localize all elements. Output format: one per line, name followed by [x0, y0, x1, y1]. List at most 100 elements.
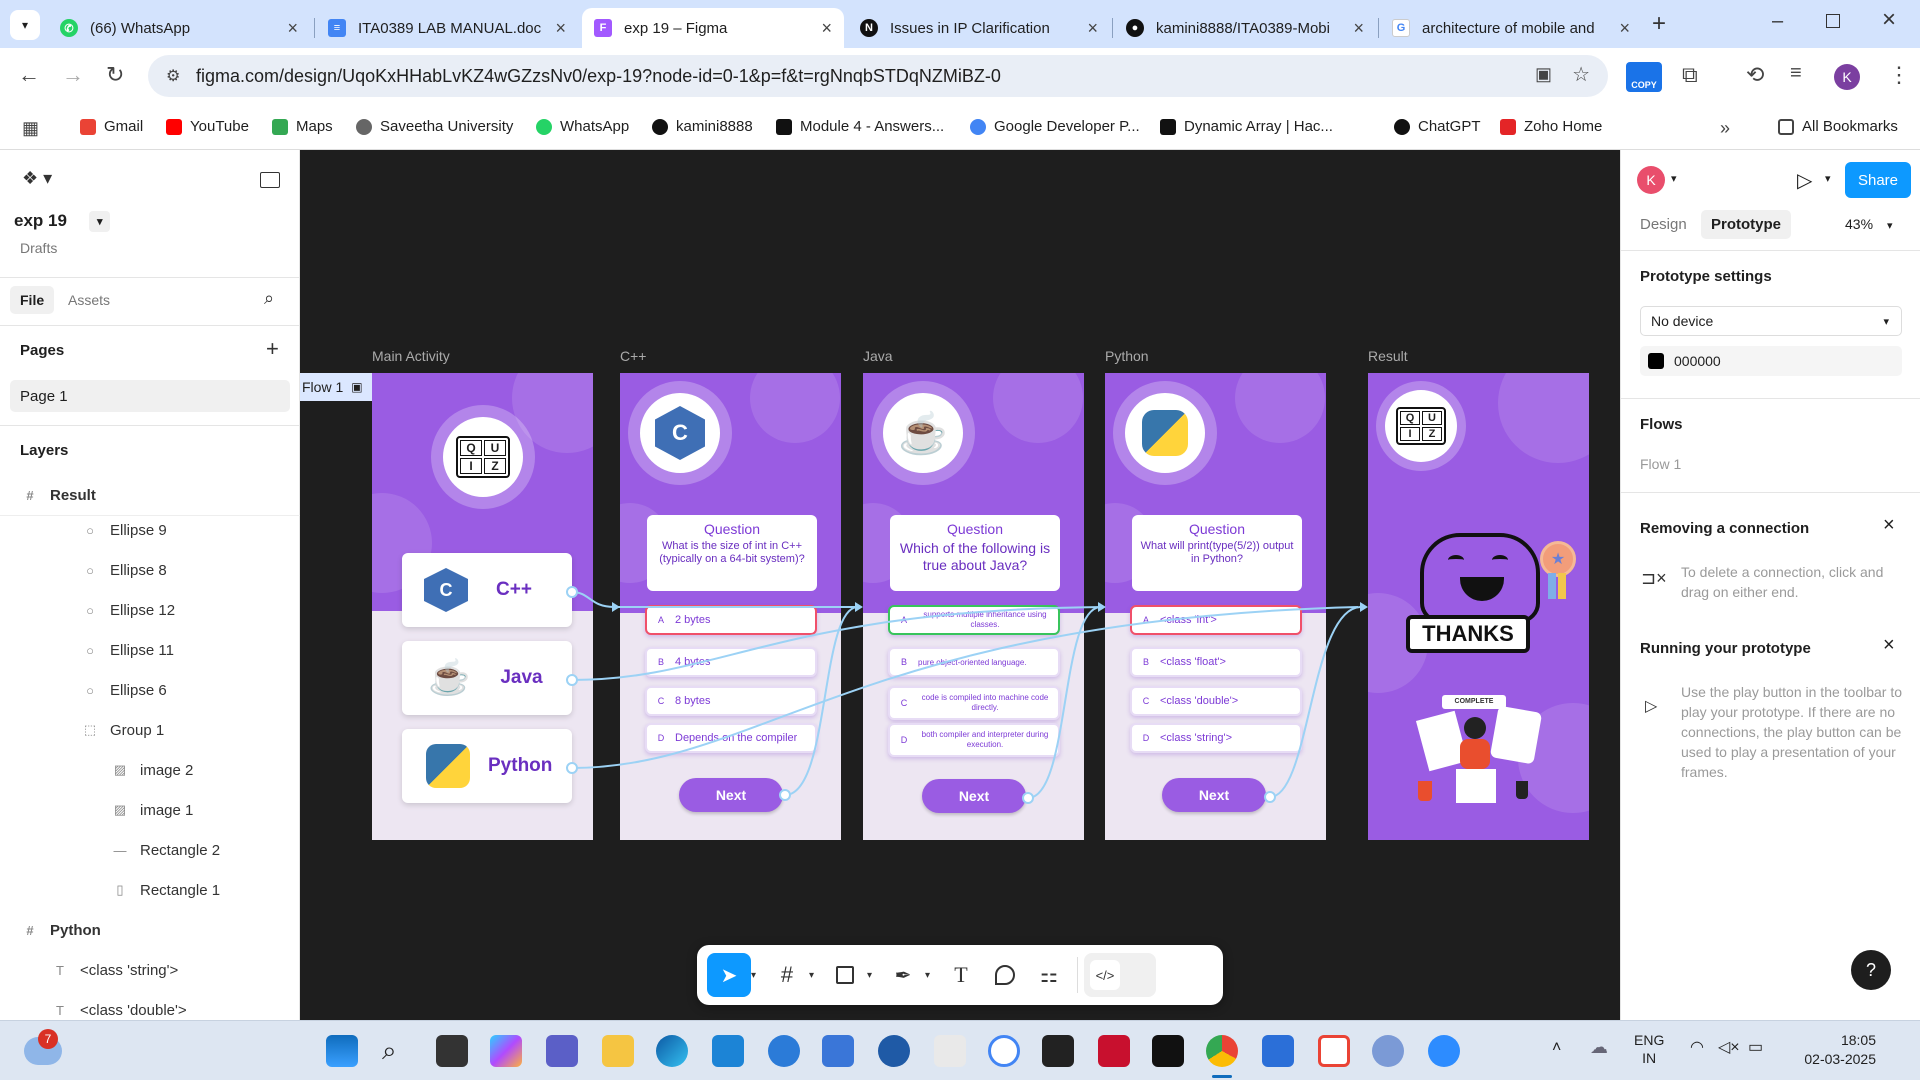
figma-menu-icon[interactable]: ❖ ▾	[22, 168, 52, 189]
menu-icon[interactable]: ⋮	[1888, 62, 1910, 88]
bookmark-star-icon[interactable]: ☆	[1572, 62, 1590, 87]
address-bar[interactable]: ⚙ figma.com/design/UqoKxHHabLvKZ4wGZzsNv…	[148, 55, 1608, 97]
bookmark-maps[interactable]: Maps	[272, 118, 333, 135]
frame-label-result[interactable]: Result	[1368, 348, 1408, 364]
option-b[interactable]: Bpure object-oriented language.	[888, 647, 1060, 677]
tab-design[interactable]: Design	[1640, 216, 1687, 233]
option-d[interactable]: D <class 'string'>	[1130, 723, 1302, 753]
close-icon[interactable]: ×	[555, 18, 566, 39]
bookmark-whatsapp[interactable]: WhatsApp	[536, 118, 629, 135]
help-app-icon[interactable]	[768, 1035, 800, 1067]
frame-label-python[interactable]: Python	[1105, 348, 1149, 364]
figma-canvas[interactable]: Flow 1 ▣ Main Activity Q U I Z C C++ ☕ Ja…	[300, 150, 1620, 1020]
browser-tab-figma[interactable]: F exp 19 – Figma ×	[582, 8, 844, 48]
profile-avatar[interactable]: K	[1834, 64, 1860, 90]
start-icon[interactable]	[326, 1035, 358, 1067]
next-button[interactable]: Next	[922, 779, 1026, 813]
layer-ellipse-6[interactable]: ○ Ellipse 6	[0, 670, 300, 710]
all-bookmarks[interactable]: All Bookmarks	[1778, 118, 1898, 135]
zoom-level[interactable]: 43% ▾	[1845, 216, 1893, 232]
more-bookmarks-icon[interactable]: »	[1720, 118, 1730, 139]
minimize-button[interactable]: –	[1772, 10, 1783, 33]
new-tab-button[interactable]: +	[1652, 10, 1666, 38]
frame-label-java[interactable]: Java	[863, 348, 893, 364]
layer-text-string[interactable]: T <class 'string'>	[0, 950, 300, 990]
site-info-icon[interactable]: ⚙	[166, 66, 180, 86]
option-a[interactable]: Asupports multiple inheritance using cla…	[888, 605, 1060, 635]
bookmark-google-dev[interactable]: Google Developer P...	[970, 118, 1140, 135]
play-frame-icon[interactable]: ▣	[351, 380, 362, 394]
shape-tool[interactable]	[823, 953, 867, 997]
copilot-icon[interactable]	[490, 1035, 522, 1067]
option-b[interactable]: B4 bytes	[645, 647, 817, 677]
flow-start-tag[interactable]: Flow 1 ▣	[300, 373, 372, 401]
browser-tab-github[interactable]: ● kamini8888/ITA0389-Mobi ×	[1114, 8, 1376, 48]
layer-rectangle-2[interactable]: — Rectangle 2	[0, 830, 300, 870]
media-icon[interactable]: ≡	[1790, 62, 1802, 85]
option-c[interactable]: C <class 'double'>	[1130, 686, 1302, 716]
back-icon[interactable]: ←	[18, 62, 40, 88]
pen-tool[interactable]: ✒	[881, 953, 925, 997]
language-indicator[interactable]: ENG IN	[1634, 1031, 1664, 1067]
flow-item[interactable]: Flow 1	[1640, 456, 1681, 472]
mysql-icon[interactable]	[1042, 1035, 1074, 1067]
chevron-up-icon[interactable]: ˄	[1552, 1039, 1561, 1057]
browser-tab-notion[interactable]: N Issues in IP Clarification ×	[848, 8, 1110, 48]
clock[interactable]: 18:05 02-03-2025	[1804, 1031, 1876, 1069]
option-a[interactable]: A <class 'int'>	[1130, 605, 1302, 635]
present-play-icon[interactable]: ▷	[1797, 168, 1812, 193]
file-explorer-icon[interactable]	[602, 1035, 634, 1067]
store-icon[interactable]	[1262, 1035, 1294, 1067]
tab-prototype[interactable]: Prototype	[1701, 210, 1792, 239]
tab-assets[interactable]: Assets	[68, 292, 110, 308]
python-button[interactable]: Python	[402, 729, 572, 803]
move-tool[interactable]: ➤	[707, 953, 751, 997]
edge-icon[interactable]	[656, 1035, 688, 1067]
bookmark-gmail[interactable]: Gmail	[80, 118, 143, 135]
help-button[interactable]: ?	[1851, 950, 1891, 990]
bookmark-zoho[interactable]: Zoho Home	[1500, 118, 1602, 135]
frame-result[interactable]: Q U I Z THANKS ★ COMPLETE	[1368, 373, 1589, 840]
layer-group-1[interactable]: ⬚ Group 1	[0, 710, 300, 750]
clipboard-icon[interactable]: ▣	[1535, 64, 1552, 85]
close-icon[interactable]: ×	[1619, 18, 1630, 39]
user-avatar[interactable]: K	[1637, 166, 1665, 194]
drafts-label[interactable]: Drafts	[20, 240, 57, 256]
gmail-icon[interactable]	[1318, 1035, 1350, 1067]
close-icon[interactable]: ×	[1353, 18, 1364, 39]
frame-cpp[interactable]: C Question What is the size of int in C+…	[620, 373, 841, 840]
terminal-icon[interactable]	[1152, 1035, 1184, 1067]
teams-icon[interactable]	[546, 1035, 578, 1067]
layer-python-frame[interactable]: # Python	[0, 910, 300, 950]
close-icon[interactable]: ×	[1883, 514, 1895, 537]
close-icon[interactable]: ×	[1883, 634, 1895, 657]
copy-extension-icon[interactable]: COPY	[1626, 62, 1662, 92]
volume-icon[interactable]: ◁×	[1718, 1037, 1740, 1057]
page-item-page-1[interactable]: Page 1	[10, 380, 290, 412]
option-c[interactable]: C8 bytes	[645, 686, 817, 716]
text-tool[interactable]: T	[939, 953, 983, 997]
mail-app-icon[interactable]	[878, 1035, 910, 1067]
browser-tab-google[interactable]: G architecture of mobile and ×	[1380, 8, 1642, 48]
bookmark-chatgpt[interactable]: ChatGPT	[1394, 118, 1481, 135]
chevron-down-icon[interactable]: ▾	[751, 970, 765, 981]
forward-icon[interactable]: →	[62, 62, 84, 88]
frame-main-activity[interactable]: Q U I Z C C++ ☕ Java Python	[372, 373, 593, 840]
option-c[interactable]: Ccode is compiled into machine code dire…	[888, 686, 1060, 720]
option-a[interactable]: A2 bytes	[645, 605, 817, 635]
search-icon[interactable]: ⌕	[382, 1035, 414, 1067]
frame-label-cpp[interactable]: C++	[620, 348, 646, 364]
layer-ellipse-11[interactable]: ○ Ellipse 11	[0, 630, 300, 670]
close-icon[interactable]: ×	[287, 18, 298, 39]
device-select[interactable]: No device ▾	[1640, 306, 1902, 336]
frame-python[interactable]: Question What will print(type(5/2)) outp…	[1105, 373, 1326, 840]
option-d[interactable]: Dboth compiler and interpreter during ex…	[888, 723, 1060, 757]
option-b[interactable]: B <class 'float'>	[1130, 647, 1302, 677]
tab-file[interactable]: File	[10, 286, 55, 314]
cpp-button[interactable]: C C++	[402, 553, 572, 627]
chevron-down-icon[interactable]: ▾	[867, 970, 881, 981]
apps-icon[interactable]: ▦	[22, 118, 39, 139]
layer-image-1[interactable]: ▨ image 1	[0, 790, 300, 830]
panel-toggle-icon[interactable]	[260, 172, 280, 188]
layer-ellipse-8[interactable]: ○ Ellipse 8	[0, 550, 300, 590]
